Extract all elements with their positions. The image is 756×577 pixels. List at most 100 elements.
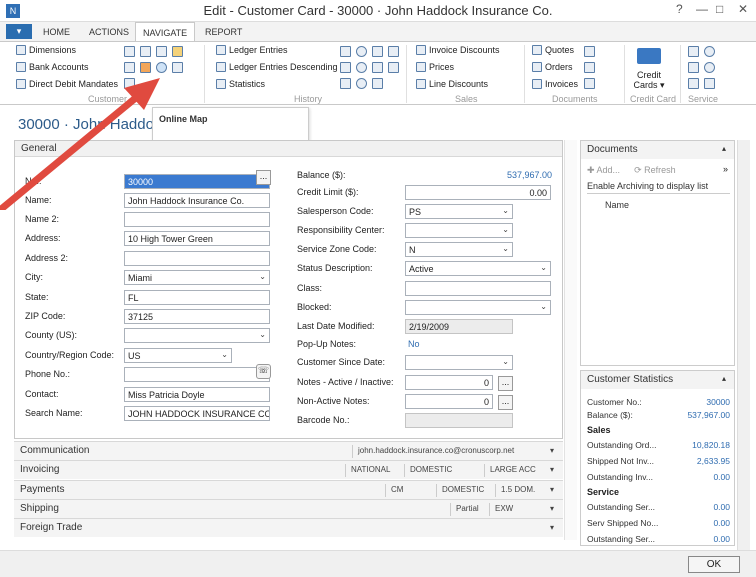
collapse-icon[interactable]: ▴: [722, 144, 726, 153]
line-discounts-button[interactable]: Line Discounts: [416, 79, 488, 89]
service-time-icon[interactable]: [704, 46, 715, 57]
table-icon[interactable]: [372, 78, 383, 89]
ledger-entries-button[interactable]: Ledger Entries: [216, 45, 288, 55]
field-label: Notes - Active / Inactive:: [297, 377, 394, 387]
more-icon[interactable]: »: [723, 164, 728, 174]
field-input[interactable]: ⌄: [124, 328, 270, 343]
field-input[interactable]: ⌄: [405, 223, 513, 238]
field-input[interactable]: JOHN HADDOCK INSURANCE CO.: [124, 406, 270, 421]
field-input[interactable]: N ⌄: [405, 242, 513, 257]
close-button[interactable]: ✕: [738, 2, 748, 16]
dimensions-button[interactable]: Dimensions: [16, 45, 76, 55]
statistics-value[interactable]: 0.00: [713, 534, 730, 544]
fasttab-communication[interactable]: Communication john.haddock.insurance.co@c…: [14, 441, 563, 460]
application-menu-button[interactable]: ▾: [6, 24, 32, 39]
entry-statistics-icon[interactable]: [372, 46, 383, 57]
statistics-value[interactable]: 0.00: [713, 502, 730, 512]
maximize-button[interactable]: □: [716, 2, 723, 16]
field-input[interactable]: Active ⌄: [405, 261, 551, 276]
fasttab-payments[interactable]: Payments CM DOMESTIC 1.5 DOM. ▾: [14, 480, 563, 499]
comments-icon[interactable]: [140, 46, 151, 57]
statistics-value[interactable]: 2,633.95: [697, 456, 730, 466]
service-history-icon[interactable]: [704, 62, 715, 73]
chart-icon[interactable]: [340, 46, 351, 57]
field-input[interactable]: Miami ⌄: [124, 270, 270, 285]
fasttab-shipping[interactable]: Shipping Partial EXW ▾: [14, 499, 563, 518]
lookup-button[interactable]: ...: [256, 170, 271, 185]
field-input[interactable]: PS ⌄: [405, 204, 513, 219]
fasttab-invoicing[interactable]: Invoicing NATIONAL DOMESTIC LARGE ACC ▾: [14, 460, 563, 479]
field-value[interactable]: No: [408, 339, 420, 349]
notes-lookup-button[interactable]: ...: [498, 395, 513, 410]
quotes-button[interactable]: Quotes: [532, 45, 574, 55]
service-items-icon[interactable]: [688, 46, 699, 57]
field-input[interactable]: 10 High Tower Green: [124, 231, 270, 246]
sales-statistics-icon[interactable]: [388, 46, 399, 57]
factbox-scrollbar[interactable]: [737, 140, 750, 550]
phone-icon[interactable]: ☏: [256, 364, 271, 379]
field-input[interactable]: ⌄: [405, 300, 551, 315]
tab-actions[interactable]: ACTIONS: [82, 22, 136, 42]
globe-icon[interactable]: [356, 46, 367, 57]
field-input[interactable]: 0: [405, 375, 493, 390]
print-icon[interactable]: [704, 78, 715, 89]
tab-report[interactable]: REPORT: [198, 22, 249, 42]
field-input[interactable]: US ⌄: [124, 348, 232, 363]
customer-statistics-header[interactable]: Customer Statistics ▴: [581, 371, 734, 389]
service-orders-icon[interactable]: [688, 78, 699, 89]
field-label: Barcode No.:: [297, 415, 350, 425]
report-icon[interactable]: [388, 62, 399, 73]
field-input[interactable]: [124, 212, 270, 227]
field-input[interactable]: FL: [124, 290, 270, 305]
return-orders-icon[interactable]: [584, 62, 595, 73]
invoice-discounts-button[interactable]: Invoice Discounts: [416, 45, 500, 55]
grid-icon[interactable]: [372, 62, 383, 73]
fasttab-foreign-trade[interactable]: Foreign Trade ▾: [14, 518, 563, 537]
statistics-value[interactable]: 10,820.18: [692, 440, 730, 450]
statistics-value[interactable]: 0.00: [713, 472, 730, 482]
document-icon[interactable]: [340, 62, 351, 73]
note-icon[interactable]: [172, 46, 183, 57]
column-header-name[interactable]: Name: [605, 200, 629, 210]
field-value[interactable]: 537,967.00: [507, 170, 552, 180]
field-input[interactable]: 0: [405, 394, 493, 409]
statistics-value[interactable]: 30000: [706, 397, 730, 407]
tab-home[interactable]: HOME: [36, 22, 77, 42]
notes-lookup-button[interactable]: ...: [498, 376, 513, 391]
field-input[interactable]: [124, 367, 270, 382]
service-contracts-icon[interactable]: [688, 62, 699, 73]
ledger-entries-descending-button[interactable]: Ledger Entries Descending: [216, 62, 338, 72]
statistics-button[interactable]: Statistics: [216, 79, 265, 89]
credit-cards-button[interactable]: Credit Cards ▾: [630, 70, 668, 90]
statistics-value[interactable]: 537,967.00: [687, 410, 730, 420]
contact-icon[interactable]: [124, 46, 135, 57]
collapse-icon[interactable]: ▴: [722, 374, 726, 383]
minimize-button[interactable]: —: [696, 2, 708, 16]
field-input[interactable]: 0.00: [405, 185, 551, 200]
picture-icon[interactable]: [156, 46, 167, 57]
refresh-button[interactable]: ⟳ Refresh: [634, 165, 676, 176]
credit-memos-icon[interactable]: [584, 78, 595, 89]
invoices-button[interactable]: Invoices: [532, 79, 578, 89]
invoice-discount-icon: [416, 45, 426, 55]
statistics-value[interactable]: 0.00: [713, 518, 730, 528]
add-button[interactable]: ✚ Add...: [587, 165, 620, 176]
service-globe-icon[interactable]: [356, 78, 367, 89]
field-input[interactable]: [405, 281, 551, 296]
field-label: Name 2:: [25, 214, 60, 224]
ok-button[interactable]: OK: [688, 556, 740, 573]
network-icon[interactable]: [356, 62, 367, 73]
blanket-orders-icon[interactable]: [584, 46, 595, 57]
chevron-down-icon: ⌄: [540, 302, 547, 311]
content-scrollbar[interactable]: [564, 140, 577, 540]
field-input[interactable]: [124, 251, 270, 266]
field-input[interactable]: ⌄: [405, 355, 513, 370]
help-button[interactable]: ?: [676, 2, 683, 16]
list-icon[interactable]: [340, 78, 351, 89]
field-input[interactable]: 37125: [124, 309, 270, 324]
field-input[interactable]: Miss Patricia Doyle: [124, 387, 270, 402]
tab-navigate[interactable]: NAVIGATE: [135, 22, 196, 42]
documents-factbox-header[interactable]: Documents ▴: [581, 141, 734, 159]
prices-button[interactable]: Prices: [416, 62, 454, 72]
orders-button[interactable]: Orders: [532, 62, 573, 72]
